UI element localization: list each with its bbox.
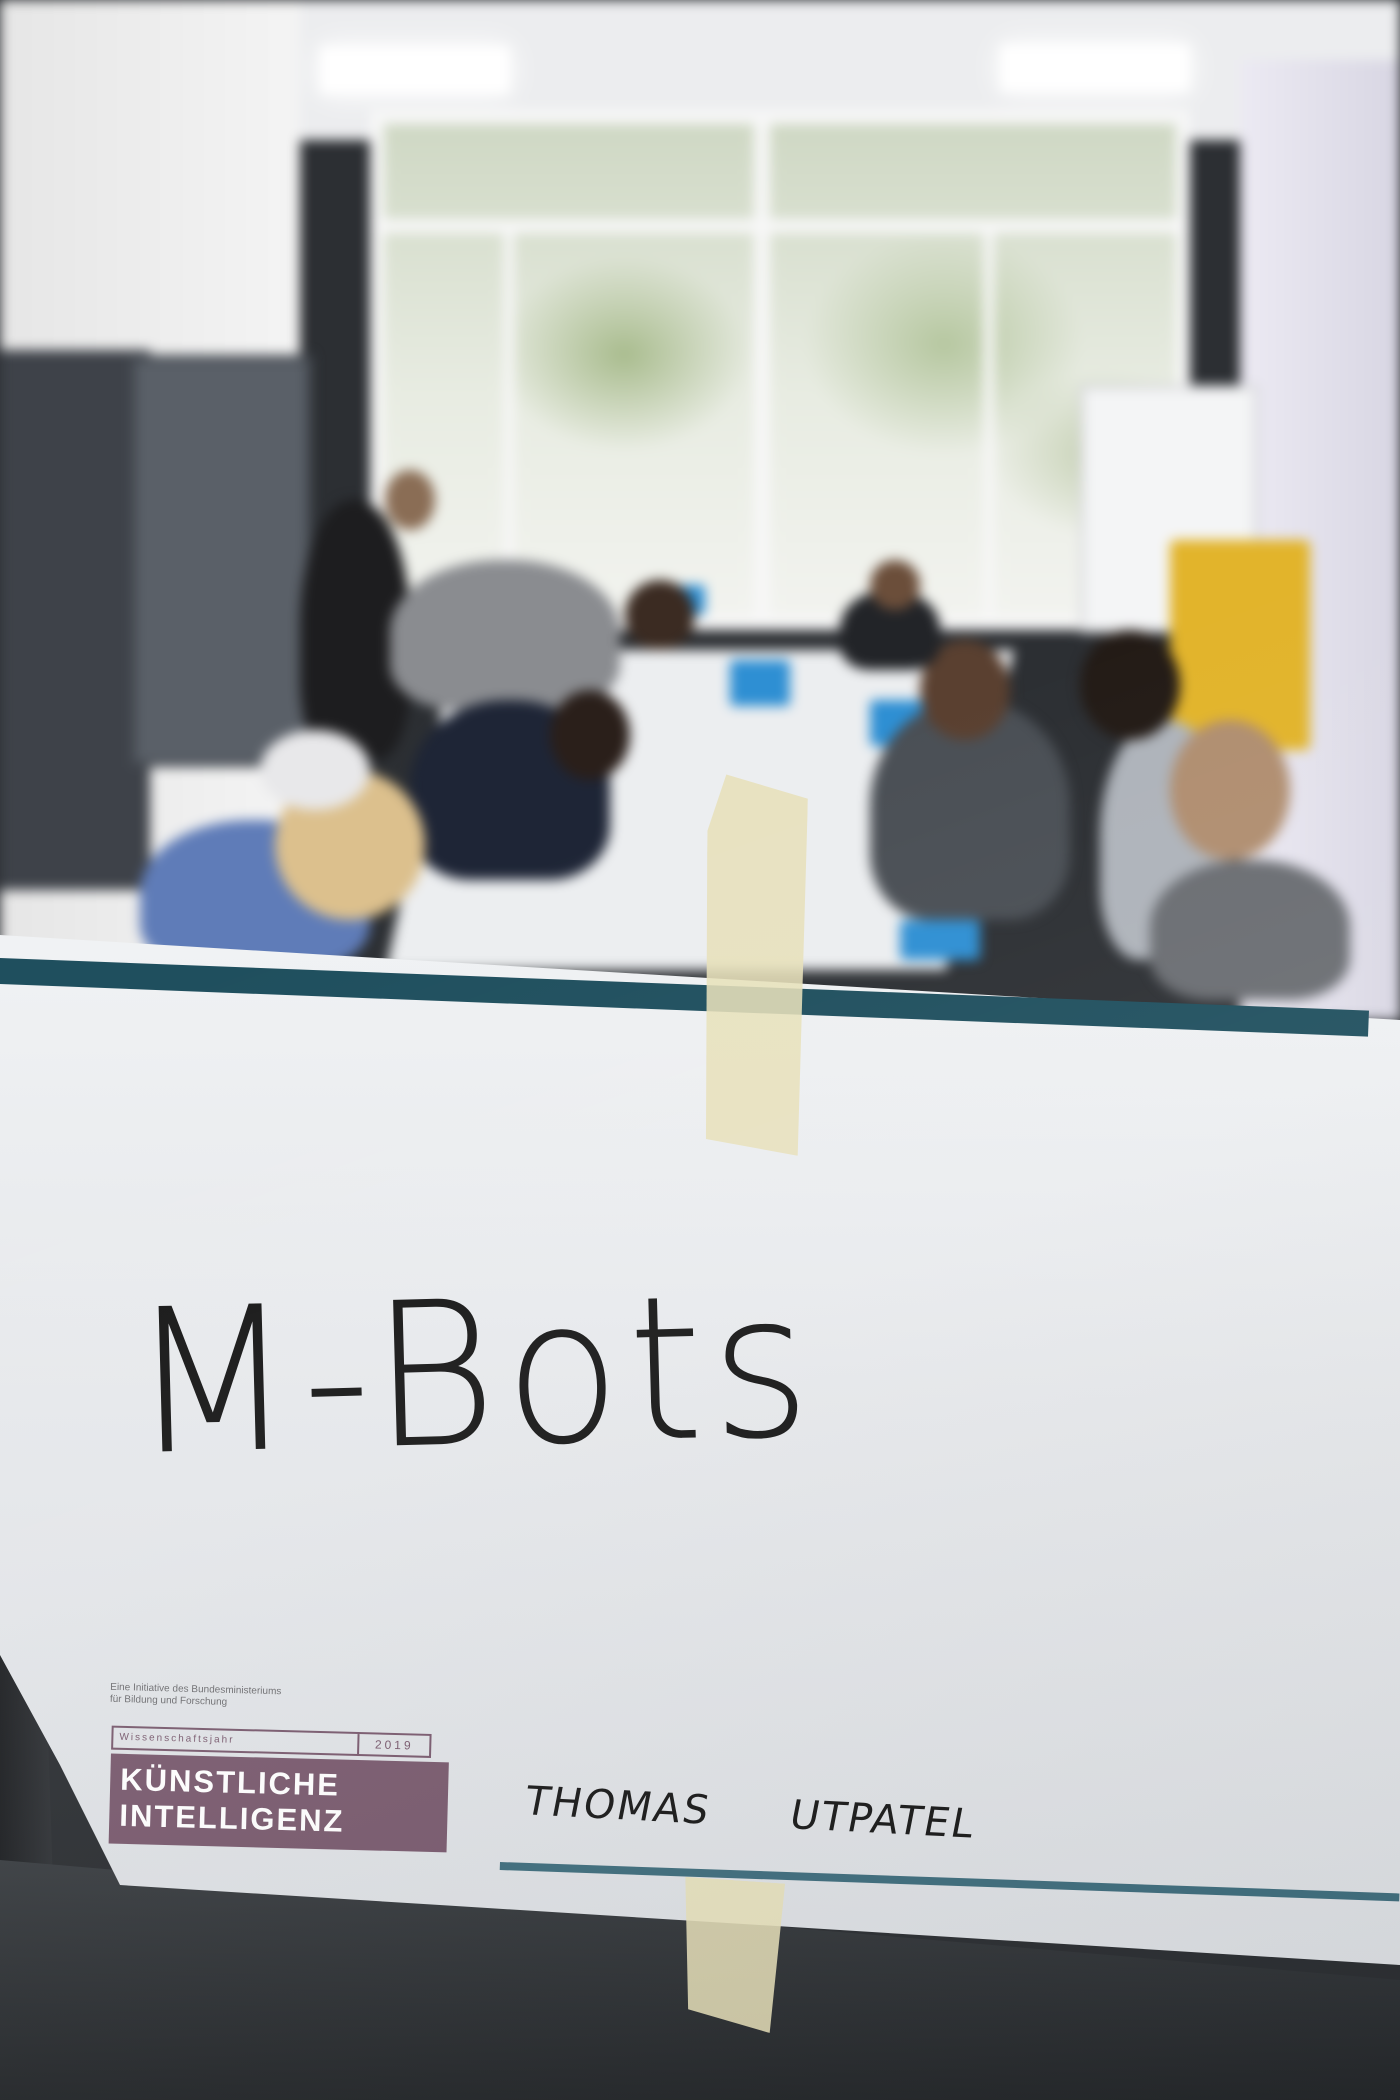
masking-tape [675,1877,785,2034]
window-wall [370,110,1190,630]
kuenstliche-intelligenz-logo: Wissenschaftsjahr 2019 KÜNSTLICHE INTELL… [108,1725,451,1861]
person-head [1170,720,1290,860]
person-head [870,560,920,610]
logo-wordmark: KÜNSTLICHE INTELLIGENZ [108,1753,449,1853]
ceiling-light [320,46,510,94]
shelf [130,355,312,767]
window-mullion [754,124,770,624]
wall-screen [0,350,150,890]
logo-line: INTELLIGENZ [118,1797,345,1839]
masking-tape [702,774,809,1156]
logo-year: 2019 [357,1734,430,1756]
window-mullion [984,224,994,624]
person-head [550,690,630,780]
person-head [260,730,370,810]
person-head [625,580,695,650]
robot-kit-box [730,660,790,706]
person-head [1080,630,1180,740]
person [1150,860,1350,1000]
photo-scene: M-Bots Eine Initiative des Bundesministe… [0,0,1400,2100]
robot-kit-box [900,920,980,960]
author-first-name: THOMAS [520,1778,715,1834]
person-head [385,470,435,530]
logo-label: Wissenschaftsjahr [119,1731,235,1746]
yellow-cabinet [1170,540,1310,750]
person [390,560,620,710]
sign-title: M-Bots [127,1249,821,1500]
author-last-name: UTPATEL [785,1792,980,1848]
ceiling-light [1000,44,1190,92]
